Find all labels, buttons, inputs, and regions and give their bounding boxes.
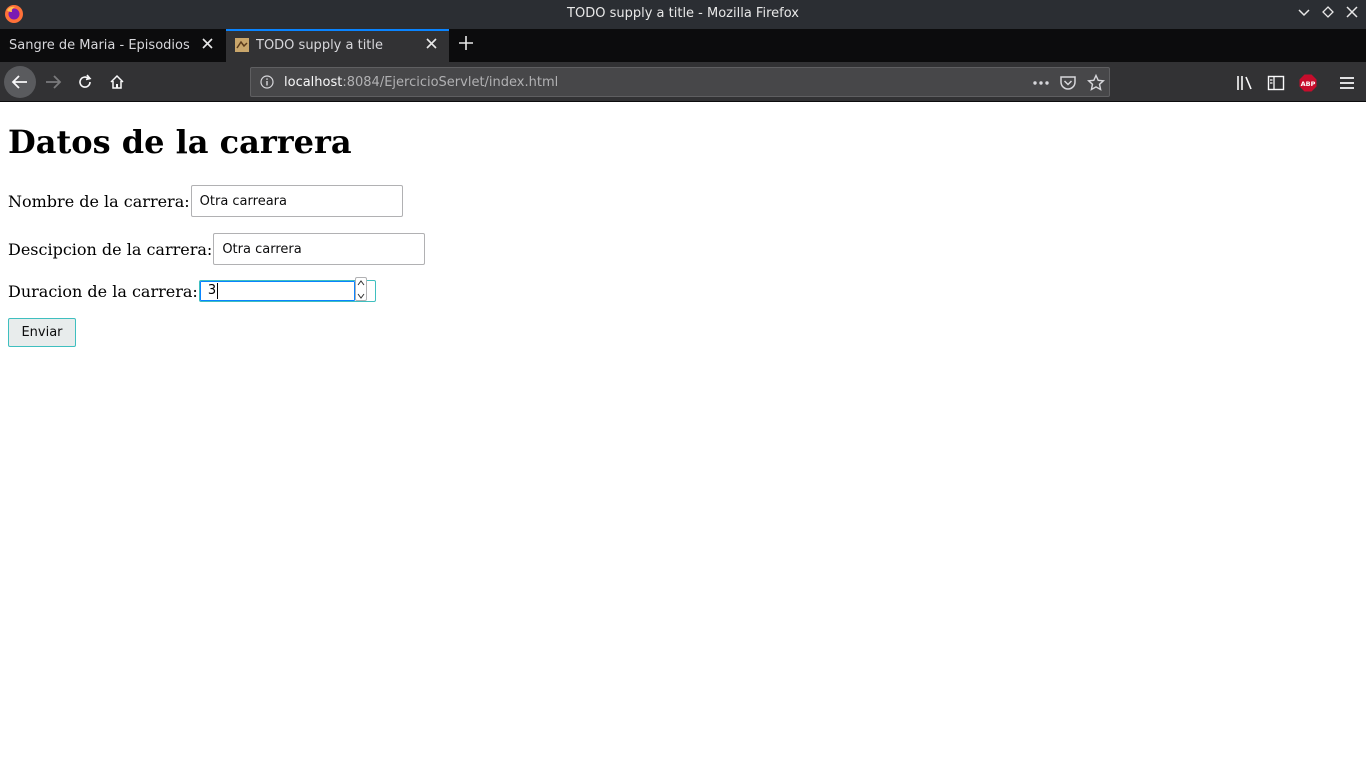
nombre-row: Nombre de la carrera:: [8, 185, 403, 217]
tab-sangre-de-maria[interactable]: Sangre de Maria - Episodios co: [0, 29, 224, 62]
window-titlebar: TODO supply a title - Mozilla Firefox: [0, 0, 1366, 29]
duracion-value: 3: [207, 283, 217, 298]
nombre-label: Nombre de la carrera:: [8, 191, 190, 211]
number-spinner[interactable]: [354, 277, 367, 304]
window-title: TODO supply a title - Mozilla Firefox: [567, 6, 799, 21]
url-bar[interactable]: localhost:8084/EjercicioServlet/index.ht…: [250, 67, 1110, 97]
page-content: Datos de la carrera Nombre de la carrera…: [0, 103, 1366, 768]
url-text[interactable]: localhost:8084/EjercicioServlet/index.ht…: [284, 75, 558, 90]
svg-text:ABP: ABP: [1301, 80, 1316, 88]
page-heading: Datos de la carrera: [8, 123, 352, 161]
duracion-label: Duracion de la carrera:: [8, 281, 198, 301]
duracion-number-input[interactable]: 3: [198, 277, 376, 304]
tab-label: TODO supply a title: [256, 38, 384, 53]
forward-arrow-icon[interactable]: [37, 66, 69, 98]
home-icon[interactable]: [101, 66, 133, 98]
enviar-button[interactable]: Enviar: [8, 318, 76, 347]
text-caret: [216, 283, 218, 299]
new-tab-plus-icon[interactable]: [455, 35, 477, 57]
spin-up-icon[interactable]: [356, 278, 366, 291]
sidebar-toggle-icon[interactable]: [1267, 74, 1285, 92]
back-arrow-icon[interactable]: [4, 66, 36, 98]
focus-ring: [199, 281, 355, 301]
page-actions-ellipsis-icon[interactable]: [1032, 74, 1050, 92]
tab-close-icon[interactable]: [199, 37, 215, 53]
descripcion-input[interactable]: [213, 233, 426, 265]
tab-strip: Sangre de Maria - Episodios co TODO supp…: [0, 29, 1366, 62]
site-info-icon[interactable]: [260, 75, 274, 89]
adblock-plus-icon[interactable]: ABP: [1299, 74, 1317, 92]
tab-todo-supply-a-title[interactable]: TODO supply a title: [226, 29, 449, 62]
descripcion-row: Descipcion de la carrera:: [8, 233, 426, 265]
minimize-chevron-down-icon[interactable]: [1295, 5, 1313, 23]
tab-label: Sangre de Maria - Episodios co: [9, 38, 194, 53]
page-favicon-icon: [235, 38, 249, 52]
library-icon[interactable]: [1236, 74, 1254, 92]
navigation-toolbar: localhost:8084/EjercicioServlet/index.ht…: [0, 62, 1366, 102]
url-path: :8084/EjercicioServlet/index.html: [342, 75, 559, 90]
duracion-row: Duracion de la carrera: 3: [8, 277, 376, 304]
bookmark-star-icon[interactable]: [1087, 74, 1105, 92]
nombre-input[interactable]: [190, 185, 403, 217]
tab-close-icon[interactable]: [423, 37, 439, 53]
pocket-icon[interactable]: [1059, 74, 1077, 92]
url-host: localhost: [284, 75, 343, 90]
descripcion-label: Descipcion de la carrera:: [8, 239, 213, 259]
hamburger-menu-icon[interactable]: [1338, 74, 1356, 92]
spin-down-icon[interactable]: [356, 291, 366, 304]
maximize-diamond-icon[interactable]: [1319, 5, 1337, 23]
window-close-icon[interactable]: [1343, 5, 1361, 23]
reload-icon[interactable]: [69, 66, 101, 98]
